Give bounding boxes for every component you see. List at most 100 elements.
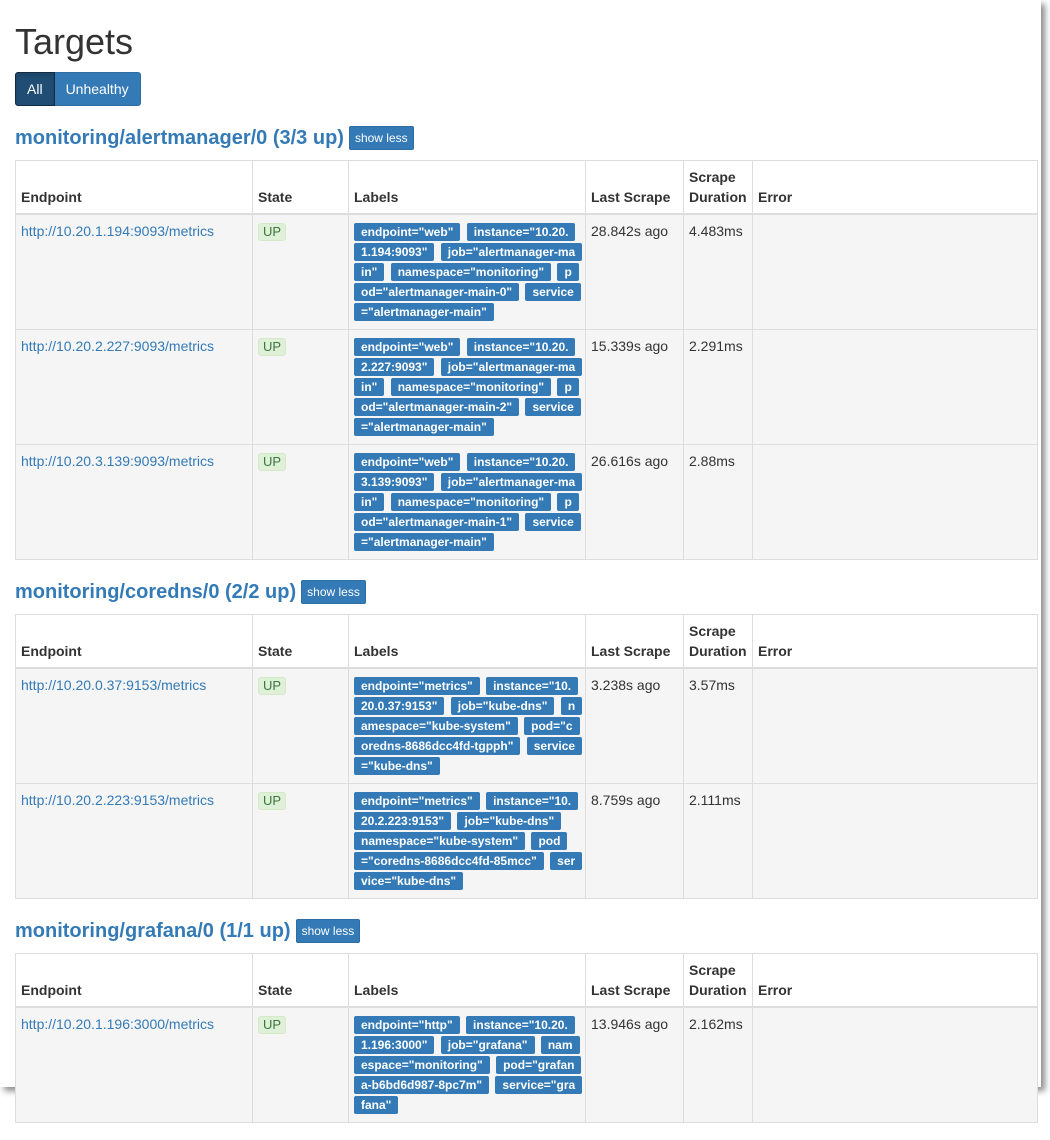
label-badge: endpoint="metrics" — [354, 677, 480, 695]
table-header: Endpoint State Labels Last Scrape Scrape Dura… — [15, 953, 1038, 1008]
state-cell: UP — [252, 329, 349, 445]
header-row: Endpoint State Labels Last Scrape Scrape Dura… — [15, 614, 1038, 669]
column-header-endpoint: Endpoint — [15, 953, 253, 1008]
job-list: monitoring/alertmanager/0 (3/3 up) show l… — [15, 123, 1038, 1140]
endpoint-cell: http://10.20.2.227:9093/metrics — [15, 329, 253, 445]
health-filter: All Unhealthy — [15, 72, 1037, 106]
state-badge: UP — [258, 792, 287, 810]
labels-cell: endpoint="metrics" instance="10.20.2.223… — [348, 783, 586, 899]
show-less-button[interactable]: show less — [295, 919, 361, 943]
scrape-duration-line1: Scrape — [689, 623, 736, 639]
page-frame: Targets All Unhealthy monitoring/alertma… — [0, 0, 1041, 1123]
labels-cell: endpoint="web" instance="10.20.1.194:909… — [348, 213, 586, 330]
column-header-endpoint: Endpoint — [15, 160, 253, 215]
column-header-last-scrape: Last Scrape — [585, 160, 684, 215]
header-gap — [15, 946, 1037, 953]
endpoint-link[interactable]: http://10.20.2.223:9153/metrics — [21, 792, 214, 808]
table-row: http://10.20.3.139:9093/metrics UP endpoin… — [15, 444, 1038, 560]
column-header-error: Error — [752, 953, 1038, 1008]
labels-cell: endpoint="metrics" instance="10.20.0.37:… — [348, 667, 586, 784]
endpoint-cell: http://10.20.0.37:9153/metrics — [15, 667, 253, 784]
labels-list: endpoint="http" instance="10.20.1.196:30… — [354, 1015, 583, 1115]
header-gap — [15, 607, 1037, 614]
header-gap — [15, 153, 1037, 160]
column-header-state: State — [252, 614, 349, 669]
endpoint-link[interactable]: http://10.20.1.196:3000/metrics — [21, 1016, 214, 1032]
table-header: Endpoint State Labels Last Scrape Scrape Dura… — [15, 160, 1038, 215]
label-badge: namespace="kube-system" — [354, 832, 526, 850]
labels-list: endpoint="web" instance="10.20.3.139:909… — [354, 452, 583, 552]
page-title: Targets — [15, 21, 134, 62]
column-header-labels: Labels — [348, 953, 586, 1008]
column-header-labels: Labels — [348, 160, 586, 215]
job-title[interactable]: monitoring/coredns/0 (2/2 up) — [15, 579, 296, 605]
labels-cell: endpoint="http" instance="10.20.1.196:30… — [348, 1006, 586, 1123]
error-cell — [752, 444, 1038, 560]
scrape-duration-cell: 2.111ms — [683, 783, 753, 899]
label-badge: endpoint="web" — [354, 338, 461, 356]
job-header: monitoring/alertmanager/0 (3/3 up) show l… — [15, 123, 1037, 153]
state-badge: UP — [258, 453, 287, 471]
column-header-endpoint: Endpoint — [15, 614, 253, 669]
endpoint-link[interactable]: http://10.20.1.194:9093/metrics — [21, 223, 214, 239]
endpoint-link[interactable]: http://10.20.2.227:9093/metrics — [21, 338, 214, 354]
label-badge: endpoint="metrics" — [354, 792, 480, 810]
show-less-button[interactable]: show less — [301, 580, 366, 604]
labels-list: endpoint="web" instance="10.20.1.194:909… — [354, 222, 583, 322]
scrape-duration-line1: Scrape — [689, 962, 736, 978]
filter-all-button[interactable]: All — [15, 72, 55, 106]
targets-page: Targets All Unhealthy monitoring/alertma… — [15, 18, 1038, 1140]
labels-list: endpoint="metrics" instance="10.20.0.37:… — [354, 676, 583, 776]
column-header-scrape-duration: Scrape Duration — [683, 614, 753, 669]
scrape-duration-line2: Duration — [689, 643, 747, 659]
state-badge: UP — [258, 338, 287, 356]
labels-list: endpoint="web" instance="10.20.2.227:909… — [354, 337, 583, 437]
column-header-state: State — [252, 953, 349, 1008]
state-badge: UP — [258, 1016, 287, 1034]
label-badge: namespace="monitoring" — [390, 378, 552, 396]
error-cell — [752, 213, 1038, 330]
job-title[interactable]: monitoring/alertmanager/0 (3/3 up) — [15, 125, 344, 151]
endpoint-link[interactable]: http://10.20.3.139:9093/metrics — [21, 453, 214, 469]
state-cell: UP — [252, 444, 349, 560]
column-header-labels: Labels — [348, 614, 586, 669]
filter-unhealthy-button[interactable]: Unhealthy — [54, 72, 141, 106]
show-less-button[interactable]: show less — [348, 126, 414, 150]
column-header-scrape-duration: Scrape Duration — [683, 160, 753, 215]
scrape-duration-line2: Duration — [689, 982, 747, 998]
endpoint-link[interactable]: http://10.20.0.37:9153/metrics — [21, 677, 206, 693]
label-badge: job="grafana" — [440, 1036, 535, 1054]
header-row: Endpoint State Labels Last Scrape Scrape Dura… — [15, 953, 1038, 1008]
scrape-duration-cell: 2.162ms — [683, 1006, 753, 1123]
last-scrape-cell: 26.616s ago — [585, 444, 684, 560]
scrape-duration-cell: 4.483ms — [683, 213, 753, 330]
column-header-error: Error — [752, 614, 1038, 669]
labels-cell: endpoint="web" instance="10.20.2.227:909… — [348, 329, 586, 445]
table-header: Endpoint State Labels Last Scrape Scrape Dura… — [15, 614, 1038, 669]
table-row: http://10.20.2.223:9153/metrics UP endpoin… — [15, 783, 1038, 899]
table-row: http://10.20.1.194:9093/metrics UP endpoin… — [15, 213, 1038, 330]
column-header-state: State — [252, 160, 349, 215]
scrape-duration-cell: 3.57ms — [683, 667, 753, 784]
endpoint-cell: http://10.20.1.194:9093/metrics — [15, 213, 253, 330]
job-section: monitoring/coredns/0 (2/2 up) show less En… — [15, 577, 1038, 916]
job-section: monitoring/grafana/0 (1/1 up) show less En… — [15, 916, 1038, 1140]
table-row: http://10.20.1.196:3000/metrics UP endpoin… — [15, 1006, 1038, 1123]
last-scrape-cell: 28.842s ago — [585, 213, 684, 330]
state-cell: UP — [252, 667, 349, 784]
state-cell: UP — [252, 213, 349, 330]
last-scrape-cell: 15.339s ago — [585, 329, 684, 445]
column-header-scrape-duration: Scrape Duration — [683, 953, 753, 1008]
table-row: http://10.20.2.227:9093/metrics UP endpoin… — [15, 329, 1038, 445]
error-cell — [752, 329, 1038, 445]
job-title[interactable]: monitoring/grafana/0 (1/1 up) — [15, 918, 291, 944]
column-header-last-scrape: Last Scrape — [585, 953, 684, 1008]
scrape-duration-cell: 2.291ms — [683, 329, 753, 445]
header-row: Endpoint State Labels Last Scrape Scrape Dura… — [15, 160, 1038, 215]
job-header: monitoring/grafana/0 (1/1 up) show less — [15, 916, 1037, 946]
labels-cell: endpoint="web" instance="10.20.3.139:909… — [348, 444, 586, 560]
targets-table: Endpoint State Labels Last Scrape Scrape Dura… — [15, 160, 1038, 560]
scrape-duration-line2: Duration — [689, 189, 747, 205]
